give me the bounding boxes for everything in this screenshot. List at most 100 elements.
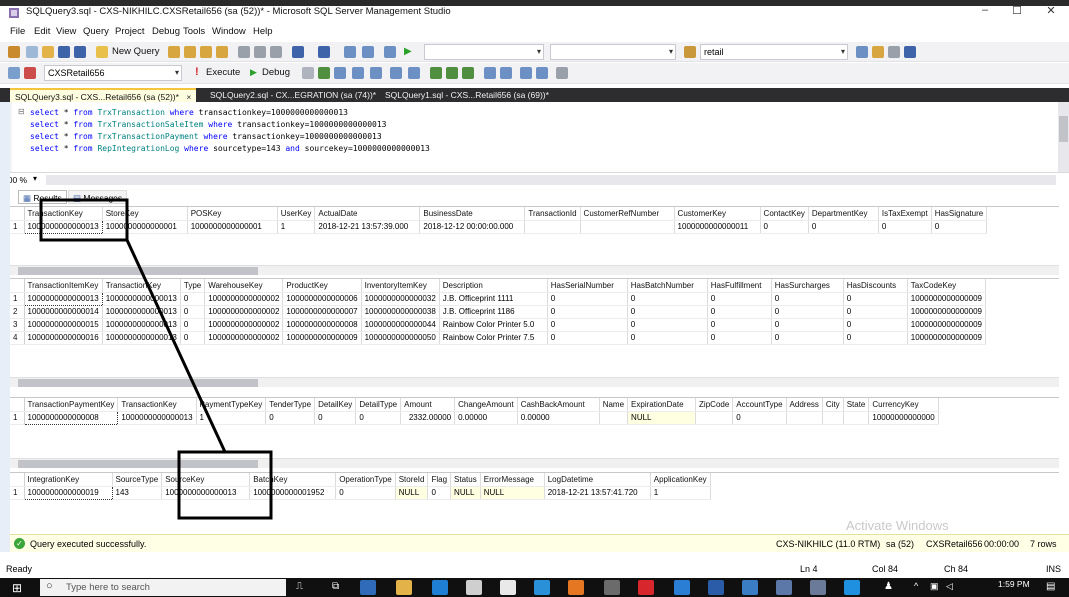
edge-icon[interactable] <box>432 580 448 595</box>
cell[interactable]: 1000000000000008 <box>282 318 362 332</box>
column-header[interactable]: BusinessDate <box>419 207 526 221</box>
table-row[interactable]: 3 1000000000000015 1000000000000013 0 10… <box>10 318 986 332</box>
messages-tab[interactable]: ▤ Messages <box>68 190 128 204</box>
cell[interactable]: 1000000000000013 <box>102 305 181 319</box>
column-header[interactable]: City <box>822 398 844 412</box>
cell[interactable]: 0 <box>547 292 628 306</box>
menu-file[interactable]: File <box>10 26 25 37</box>
new-query-button[interactable]: New Query <box>112 46 160 57</box>
cell[interactable]: 1000000000000032 <box>361 292 440 306</box>
cell[interactable]: 0 <box>547 305 628 319</box>
cell[interactable]: 0 <box>180 292 206 306</box>
tab-sqlquery2[interactable]: SQLQuery2.sql - CX...EGRATION (sa (74))* <box>205 88 381 102</box>
store-icon[interactable] <box>466 580 482 595</box>
editor-vertical-scrollbar[interactable] <box>1058 102 1069 172</box>
cell[interactable]: 10000000000000 <box>868 411 939 425</box>
cell-null[interactable]: NULL <box>480 486 545 500</box>
word-icon[interactable] <box>708 580 724 595</box>
result-grid-integration-log[interactable]: IntegrationKey SourceType SourceKey Batc… <box>10 472 1059 520</box>
task-view-icon[interactable]: ⧉ <box>332 581 339 592</box>
cell[interactable]: 1000000000000013 <box>102 331 181 345</box>
column-header[interactable]: ContactKey <box>760 207 809 221</box>
scroll-thumb[interactable] <box>18 379 258 387</box>
cell[interactable]: 1000000000000019 <box>23 485 113 500</box>
connect-icon[interactable] <box>8 67 20 79</box>
volume-icon[interactable]: ◁ <box>946 581 953 592</box>
menu-project[interactable]: Project <box>115 26 145 37</box>
result-grid-transaction[interactable]: TransactionKey StoreKey POSKey UserKey A… <box>10 206 1059 275</box>
new-project-icon[interactable] <box>8 46 20 58</box>
column-header[interactable]: UserKey <box>277 207 316 221</box>
results-to-grid-icon[interactable] <box>462 67 474 79</box>
properties-icon[interactable] <box>872 46 884 58</box>
find-combo[interactable]: retail ▾ <box>700 44 848 60</box>
column-header[interactable]: TaxCodeKey <box>907 279 986 293</box>
cell[interactable]: 1 <box>277 220 316 234</box>
cell[interactable]: 1000000000000009 <box>907 331 986 345</box>
cell[interactable]: 1000000000000001 <box>102 220 188 234</box>
column-header[interactable]: TransactionKey <box>102 279 181 293</box>
firefox-icon[interactable] <box>568 580 584 595</box>
cell[interactable]: 0 <box>427 486 452 500</box>
mail-icon[interactable] <box>500 580 516 595</box>
chart-icon[interactable] <box>384 46 396 58</box>
increase-indent-icon[interactable] <box>536 67 548 79</box>
decrease-indent-icon[interactable] <box>520 67 532 79</box>
cell[interactable] <box>524 220 581 234</box>
find-in-files-icon[interactable] <box>684 46 696 58</box>
cell[interactable]: 0 <box>843 331 908 345</box>
column-header[interactable]: Type <box>180 279 206 293</box>
toolbox-icon[interactable] <box>888 46 900 58</box>
cell[interactable]: 2018-12-12 00:00:00.000 <box>419 220 526 234</box>
column-header[interactable]: TenderType <box>265 398 316 412</box>
query-designer-icon[interactable] <box>352 67 364 79</box>
results-tab[interactable]: ▦ Results <box>18 190 67 204</box>
change-connection-icon[interactable] <box>24 67 36 79</box>
column-header[interactable]: TransactionPaymentKey <box>24 398 119 412</box>
query-editor[interactable]: ⊟ select * from TrxTransaction where tra… <box>0 102 1069 172</box>
results-to-text-icon[interactable] <box>446 67 458 79</box>
cell-null[interactable]: NULL <box>627 411 697 425</box>
cell[interactable]: 143 <box>112 486 163 500</box>
cell[interactable]: J.B. Officeprint 1111 <box>439 292 548 306</box>
cell[interactable] <box>822 411 844 425</box>
tab-sqlquery1[interactable]: SQLQuery1.sql - CXS...Retail656 (sa (69)… <box>380 88 554 102</box>
xmla-query-icon[interactable] <box>216 46 228 58</box>
column-header[interactable]: LogDatetime <box>544 473 651 487</box>
solution-config-combo[interactable]: ▾ <box>424 44 544 60</box>
save-icon[interactable] <box>58 46 70 58</box>
cell[interactable]: 0 <box>314 411 357 425</box>
column-header[interactable]: SourceType <box>112 473 163 487</box>
cell[interactable]: 1000000000000013 <box>102 292 181 306</box>
menu-query[interactable]: Query <box>83 26 109 37</box>
visual-studio-icon[interactable] <box>674 580 690 595</box>
cell[interactable]: 0 <box>335 486 396 500</box>
column-header[interactable]: ExpirationDate <box>627 398 697 412</box>
scroll-thumb[interactable] <box>18 460 258 468</box>
cell[interactable]: 0 <box>180 318 206 332</box>
column-header[interactable]: IntegrationKey <box>24 473 113 487</box>
cell[interactable]: 1000000000000008 <box>23 410 119 425</box>
cell[interactable]: 0 <box>771 292 844 306</box>
column-header[interactable]: Description <box>439 279 548 293</box>
cell[interactable]: Rainbow Color Printer 5.0 <box>439 318 548 332</box>
tab-sqlquery3[interactable]: SQLQuery3.sql - CXS...Retail656 (sa (52)… <box>10 88 197 102</box>
cell-null[interactable]: NULL <box>395 486 429 500</box>
navigate-icon[interactable] <box>344 46 356 58</box>
column-header[interactable]: DepartmentKey <box>808 207 879 221</box>
column-header[interactable]: OperationType <box>335 473 396 487</box>
menu-debug[interactable]: Debug <box>152 26 180 37</box>
scroll-thumb[interactable] <box>1059 116 1068 142</box>
cut-icon[interactable] <box>238 46 250 58</box>
cell[interactable]: 1000000000000009 <box>907 305 986 319</box>
cell[interactable]: 1000000000000002 <box>204 292 284 306</box>
collapse-icon[interactable]: ⊟ <box>18 107 25 116</box>
cell[interactable]: 0 <box>760 220 809 234</box>
menu-edit[interactable]: Edit <box>34 26 50 37</box>
column-header[interactable]: ApplicationKey <box>650 473 711 487</box>
column-header[interactable]: WarehouseKey <box>204 279 284 293</box>
cell[interactable] <box>786 411 823 425</box>
column-header[interactable]: Address <box>786 398 823 412</box>
specify-values-icon[interactable] <box>556 67 568 79</box>
cell[interactable]: 0 <box>732 411 787 425</box>
